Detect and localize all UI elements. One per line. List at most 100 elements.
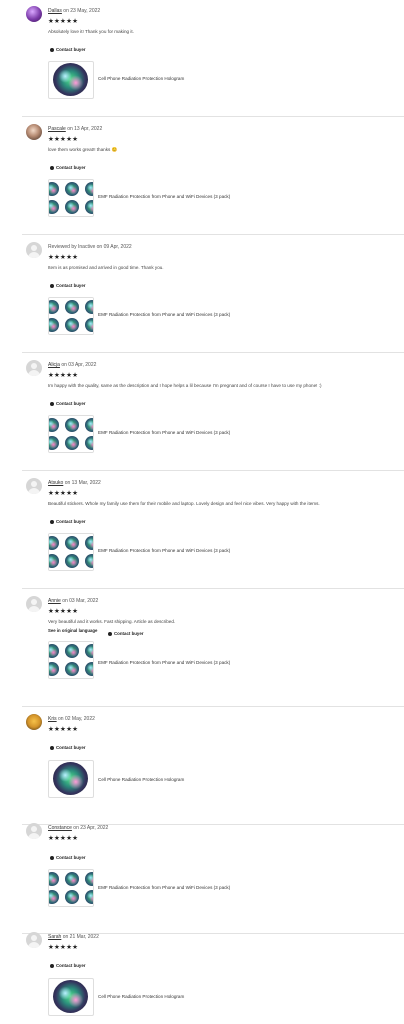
reviewer-name-link[interactable]: Sarah	[48, 934, 61, 940]
review-meta: Kris on 02 May, 2022	[48, 716, 95, 722]
reviewer-name-link[interactable]: Alicja	[48, 362, 60, 368]
review-meta: Annie on 03 Mar, 2022	[48, 598, 98, 604]
reviewer-name-link[interactable]: Constance	[48, 825, 72, 831]
product-thumbnail[interactable]	[48, 297, 94, 335]
hologram-image	[53, 762, 88, 795]
review-text: Item is as promised and arrived in good …	[48, 265, 164, 270]
reviewer-name-link[interactable]: Dallas	[48, 8, 62, 14]
review-date: on 02 May, 2022	[58, 716, 95, 722]
reviewer-name-link[interactable]: Atsuko	[48, 480, 63, 486]
product-title-link[interactable]: EMF Radiation Protection from Phone and …	[98, 885, 230, 890]
review-item: Alicja on 03 Apr, 2022 ★★★★★ Im happy wi…	[22, 354, 404, 471]
product-title-link[interactable]: EMF Radiation Protection from Phone and …	[98, 312, 230, 317]
product-thumbnail[interactable]	[48, 869, 94, 907]
product-thumbnail[interactable]	[48, 760, 94, 798]
reviewer-avatar[interactable]	[26, 6, 42, 22]
review-meta: Sarah on 21 Mar, 2022	[48, 934, 99, 940]
review-text: love them works great!! thanks 😊	[48, 147, 118, 152]
contact-buyer-label: Contact buyer	[56, 47, 86, 52]
product-thumbnail[interactable]	[48, 533, 94, 571]
contact-buyer-button[interactable]: Contact buyer	[50, 519, 86, 524]
contact-buyer-button[interactable]: Contact buyer	[50, 283, 86, 288]
review-date: on 21 Mar, 2022	[62, 934, 99, 940]
product-title-link[interactable]: Cell Phone Radiation Protection Hologram	[98, 994, 184, 999]
review-meta: Alicja on 03 Apr, 2022	[48, 362, 96, 368]
star-rating: ★★★★★	[48, 490, 79, 497]
contact-buyer-button[interactable]: Contact buyer	[108, 631, 144, 636]
review-item: Kris on 02 May, 2022 ★★★★★ Contact buyer…	[22, 708, 404, 825]
review-date: on 13 Apr, 2022	[67, 126, 103, 132]
reviewer-name-link[interactable]: Pascale	[48, 126, 66, 132]
star-rating: ★★★★★	[48, 18, 79, 25]
product-thumbnail[interactable]	[48, 641, 94, 679]
message-icon	[50, 745, 54, 750]
product-thumbnail[interactable]	[48, 61, 94, 99]
hologram-image	[53, 63, 88, 96]
review-meta: Pascale on 13 Apr, 2022	[48, 126, 102, 132]
review-item: Reviewed by Inactive on 09 Apr, 2022 ★★★…	[22, 236, 404, 353]
contact-buyer-label: Contact buyer	[56, 401, 86, 406]
reviewer-avatar[interactable]	[26, 932, 42, 948]
star-rating: ★★★★★	[48, 254, 79, 261]
review-meta: Constance on 23 Apr, 2022	[48, 825, 108, 831]
contact-buyer-button[interactable]: Contact buyer	[50, 165, 86, 170]
product-title-link[interactable]: EMF Radiation Protection from Phone and …	[98, 194, 230, 199]
star-rating: ★★★★★	[48, 136, 79, 143]
contact-buyer-button[interactable]: Contact buyer	[50, 401, 86, 406]
contact-buyer-button[interactable]: Contact buyer	[50, 855, 86, 860]
see-original-language-link[interactable]: See in original language	[48, 628, 97, 633]
reviewer-avatar	[26, 242, 42, 258]
reviewer-name-link[interactable]: Kris	[48, 716, 57, 722]
review-date: on 03 Apr, 2022	[61, 362, 97, 368]
reviewer-avatar[interactable]	[26, 596, 42, 612]
message-icon	[50, 855, 54, 860]
hologram-image	[53, 980, 88, 1013]
product-title-link[interactable]: Cell Phone Radiation Protection Hologram	[98, 76, 184, 81]
contact-buyer-button[interactable]: Contact buyer	[50, 745, 86, 750]
product-thumbnail[interactable]	[48, 179, 94, 217]
reviewer-avatar[interactable]	[26, 823, 42, 839]
contact-buyer-label: Contact buyer	[56, 963, 86, 968]
message-icon	[50, 283, 54, 288]
message-icon	[50, 963, 54, 968]
review-date: on 23 Apr, 2022	[73, 825, 109, 831]
reviewer-name-link[interactable]: Annie	[48, 598, 61, 604]
star-rating: ★★★★★	[48, 835, 79, 842]
reviewer-avatar[interactable]	[26, 714, 42, 730]
three-pack-image	[49, 298, 93, 334]
three-pack-image	[49, 534, 93, 570]
product-thumbnail[interactable]	[48, 978, 94, 1016]
review-date: Reviewed by Inactive on 09 Apr, 2022	[48, 244, 132, 250]
review-meta: Atsuko on 13 Mar, 2022	[48, 480, 101, 486]
review-text: Absolutely love it! Thank you for making…	[48, 29, 134, 34]
three-pack-image	[49, 180, 93, 216]
review-item: Atsuko on 13 Mar, 2022 ★★★★★ Beautiful s…	[22, 472, 404, 589]
contact-buyer-button[interactable]: Contact buyer	[50, 47, 86, 52]
reviewer-avatar[interactable]	[26, 360, 42, 376]
product-thumbnail[interactable]	[48, 415, 94, 453]
three-pack-image	[49, 870, 93, 906]
three-pack-image	[49, 416, 93, 452]
star-rating: ★★★★★	[48, 726, 79, 733]
message-icon	[108, 631, 112, 636]
message-icon	[50, 165, 54, 170]
message-icon	[50, 401, 54, 406]
product-title-link[interactable]: EMF Radiation Protection from Phone and …	[98, 430, 230, 435]
product-title-link[interactable]: EMF Radiation Protection from Phone and …	[98, 660, 230, 665]
contact-buyer-button[interactable]: Contact buyer	[50, 963, 86, 968]
product-title-link[interactable]: Cell Phone Radiation Protection Hologram	[98, 777, 184, 782]
product-title-link[interactable]: EMF Radiation Protection from Phone and …	[98, 548, 230, 553]
three-pack-image	[49, 642, 93, 678]
contact-buyer-label: Contact buyer	[56, 745, 86, 750]
review-meta: Reviewed by Inactive on 09 Apr, 2022	[48, 244, 132, 250]
star-rating: ★★★★★	[48, 944, 79, 951]
star-rating: ★★★★★	[48, 608, 79, 615]
reviewer-avatar[interactable]	[26, 124, 42, 140]
contact-buyer-label: Contact buyer	[56, 855, 86, 860]
contact-buyer-label: Contact buyer	[114, 631, 144, 636]
reviewer-avatar[interactable]	[26, 478, 42, 494]
review-date: on 23 May, 2022	[63, 8, 101, 14]
review-item: Annie on 03 Mar, 2022 ★★★★★ Very beautif…	[22, 590, 404, 707]
review-item: Dallas on 23 May, 2022 ★★★★★ Absolutely …	[22, 0, 404, 117]
review-date: on 03 Mar, 2022	[62, 598, 99, 604]
